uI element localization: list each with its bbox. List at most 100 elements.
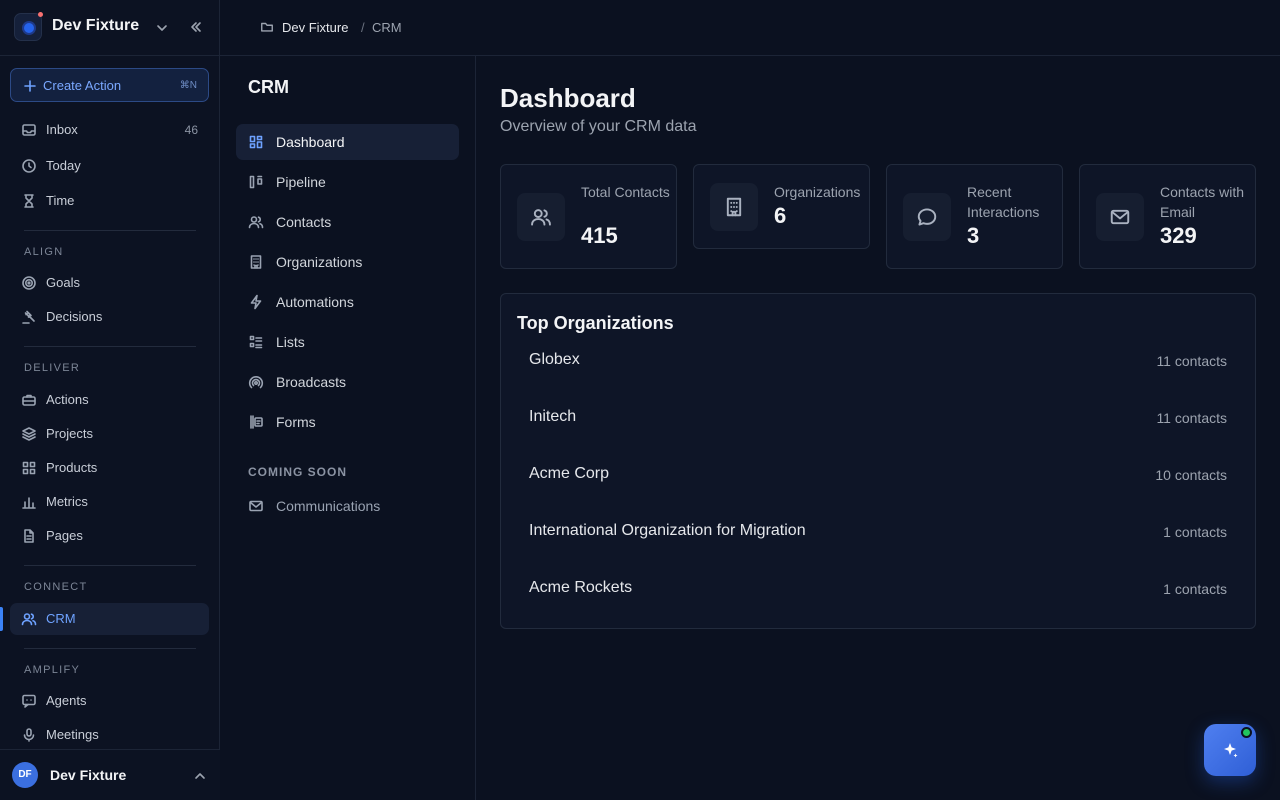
briefcase-icon xyxy=(22,394,36,406)
crm-nav-label: Contacts xyxy=(276,214,332,230)
crm-nav-lists[interactable]: Lists xyxy=(236,324,459,360)
mail-icon xyxy=(249,500,263,512)
inbox-count-badge: 46 xyxy=(184,123,198,137)
organization-contact-count: 11 contacts xyxy=(1156,353,1227,369)
organization-row[interactable]: International Organization for Migration… xyxy=(517,512,1239,552)
kanban-icon xyxy=(249,175,263,189)
shortcut-hint: ⌘N xyxy=(179,80,197,91)
inbox-icon xyxy=(22,124,36,136)
sidebar-item-projects[interactable]: Projects xyxy=(10,418,209,450)
clock-icon xyxy=(22,159,36,173)
crm-nav-label: Broadcasts xyxy=(276,374,347,390)
stat-label: Recent Interactions xyxy=(967,184,1040,220)
section-label-deliver: DELIVER xyxy=(24,362,81,374)
ai-assistant-button[interactable] xyxy=(1204,724,1256,776)
stat-card-organizations: Organizations 6 xyxy=(693,164,870,249)
organization-name: Initech xyxy=(529,408,577,425)
sidebar-item-label: Goals xyxy=(46,275,80,290)
sidebar-item-inbox[interactable]: Inbox 46 xyxy=(10,114,209,146)
organization-row[interactable]: Initech 11 contacts xyxy=(517,398,1239,438)
stat-card-recent-interactions: Recent Interactions 3 xyxy=(886,164,1063,269)
organization-name: Globex xyxy=(529,351,580,368)
workspace-logo xyxy=(14,12,43,41)
sidebar-item-label: Metrics xyxy=(46,494,88,509)
stat-label: Contacts with Email xyxy=(1160,184,1245,220)
organization-row[interactable]: Globex 11 contacts xyxy=(517,341,1239,381)
sidebar-item-label: Meetings xyxy=(46,727,99,742)
crm-nav-communications[interactable]: Communications xyxy=(236,488,459,524)
sidebar-item-label: Products xyxy=(46,460,98,475)
sidebar-item-label: Time xyxy=(46,193,75,208)
sidebar-item-actions[interactable]: Actions xyxy=(10,384,209,416)
organization-name: Acme Corp xyxy=(529,465,610,482)
sidebar-item-goals[interactable]: Goals xyxy=(10,267,209,299)
user-name: Dev Fixture xyxy=(50,767,127,783)
sidebar-item-products[interactable]: Products xyxy=(10,452,209,484)
crm-nav-dashboard[interactable]: Dashboard xyxy=(236,124,459,160)
crm-nav-pipeline[interactable]: Pipeline xyxy=(236,164,459,200)
crm-nav-label: Communications xyxy=(276,498,381,514)
users-icon xyxy=(531,209,551,226)
users-icon xyxy=(248,216,264,229)
target-icon xyxy=(22,276,36,290)
form-icon xyxy=(250,415,263,429)
sidebar-item-meetings[interactable]: Meetings xyxy=(10,719,209,751)
collapse-sidebar-icon[interactable] xyxy=(188,19,204,35)
top-bar: Dev Fixture / CRM xyxy=(220,0,1280,56)
sidebar-item-time[interactable]: Time xyxy=(10,185,209,217)
crm-nav-contacts[interactable]: Contacts xyxy=(236,204,459,240)
create-action-button[interactable]: Create Action ⌘N xyxy=(10,68,209,102)
breadcrumb-root[interactable]: Dev Fixture xyxy=(282,20,348,35)
organization-row[interactable]: Acme Corp 10 contacts xyxy=(517,455,1239,495)
organization-name: International Organization for Migration xyxy=(529,522,806,539)
building-icon xyxy=(250,255,262,269)
sidebar-item-agents[interactable]: Agents xyxy=(10,685,209,717)
building-icon xyxy=(726,197,742,217)
dashboard-icon xyxy=(249,135,263,149)
crm-nav-organizations[interactable]: Organizations xyxy=(236,244,459,280)
sidebar-item-pages[interactable]: Pages xyxy=(10,520,209,552)
chevron-up-icon[interactable] xyxy=(192,768,208,784)
users-icon xyxy=(21,613,37,626)
stat-label: Organizations xyxy=(774,184,861,200)
sidebar-item-metrics[interactable]: Metrics xyxy=(10,486,209,518)
sidebar-item-label: Inbox xyxy=(46,122,78,137)
plus-icon xyxy=(22,78,38,94)
user-menu[interactable]: DF Dev Fixture xyxy=(0,749,220,800)
broadcast-icon xyxy=(248,376,264,389)
microphone-icon xyxy=(23,728,35,742)
chat-bot-icon xyxy=(22,694,36,708)
sidebar-item-label: Today xyxy=(46,158,81,173)
workspace-header[interactable]: Dev Fixture xyxy=(0,0,220,56)
avatar: DF xyxy=(12,762,38,788)
crm-subnav: CRM Dashboard Pipeline Contacts Organiza… xyxy=(220,56,476,800)
online-status-dot xyxy=(1241,727,1252,738)
stat-value: 3 xyxy=(967,223,980,248)
section-label-align: ALIGN xyxy=(24,246,64,258)
organization-row[interactable]: Acme Rockets 1 contacts xyxy=(517,569,1239,609)
crm-nav-label: Dashboard xyxy=(276,134,345,150)
organization-name: Acme Rockets xyxy=(529,579,633,596)
sidebar-item-label: Projects xyxy=(46,426,93,441)
organization-contact-count: 10 contacts xyxy=(1155,467,1227,483)
sidebar-item-label: Actions xyxy=(46,392,89,407)
top-organizations-card: Top Organizations Globex 11 contacts Ini… xyxy=(500,293,1256,629)
organization-contact-count: 11 contacts xyxy=(1156,410,1227,426)
bar-chart-icon xyxy=(22,497,36,509)
stat-card-total-contacts: Total Contacts 415 xyxy=(500,164,677,269)
sidebar-item-label: Agents xyxy=(46,693,87,708)
sidebar-item-today[interactable]: Today xyxy=(10,150,209,182)
layers-icon xyxy=(22,427,36,441)
breadcrumb-separator: / xyxy=(361,20,365,35)
crm-nav-broadcasts[interactable]: Broadcasts xyxy=(236,364,459,400)
stat-value: 6 xyxy=(774,203,787,228)
sidebar-item-label: Decisions xyxy=(46,309,103,324)
crm-nav-forms[interactable]: Forms xyxy=(236,404,459,440)
chevron-down-icon[interactable] xyxy=(154,20,170,36)
app-sidebar: Dev Fixture Create Action ⌘N Inbox 46 To… xyxy=(0,0,220,800)
organization-contact-count: 1 contacts xyxy=(1163,524,1227,540)
sidebar-item-decisions[interactable]: Decisions xyxy=(10,301,209,333)
crm-nav-automations[interactable]: Automations xyxy=(236,284,459,320)
sidebar-item-crm[interactable]: CRM xyxy=(10,603,209,635)
gavel-icon xyxy=(22,310,35,324)
